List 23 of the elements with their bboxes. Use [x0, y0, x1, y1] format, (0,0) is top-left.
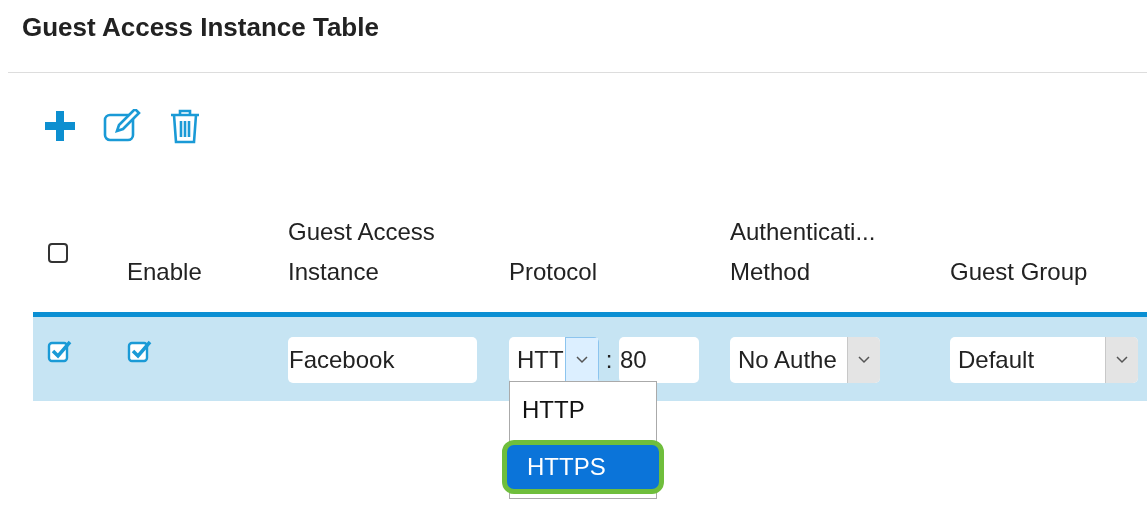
checkbox[interactable]: [47, 242, 69, 264]
dropdown-option[interactable]: HTTPS: [502, 440, 664, 494]
edit-icon[interactable]: [103, 109, 143, 143]
column-header: Protocol: [509, 257, 598, 287]
page-title: Guest Access Instance Table: [21, 11, 380, 44]
chevron-down-icon: [576, 356, 588, 364]
instance-field[interactable]: Facebook: [288, 337, 477, 383]
column-header: Authenticati... Method: [730, 217, 877, 287]
trash-icon[interactable]: [169, 108, 201, 144]
column-header: Guest Group: [950, 257, 1088, 287]
authentication-select[interactable]: No Authe: [730, 337, 880, 383]
protocol-select[interactable]: HTT: [509, 337, 599, 383]
guest-group-select[interactable]: Default: [950, 337, 1138, 383]
row-checkbox[interactable]: [47, 339, 73, 363]
port-field[interactable]: 80: [619, 337, 699, 383]
chevron-down-icon: [1116, 356, 1128, 364]
column-header: Guest Access Instance: [288, 217, 436, 287]
enable-checkbox[interactable]: [127, 339, 153, 363]
add-icon[interactable]: [43, 109, 77, 143]
chevron-down-icon: [858, 356, 870, 364]
dropdown-option[interactable]: HTTP: [510, 388, 656, 432]
port-separator: :: [604, 345, 614, 375]
column-header: Enable: [127, 257, 202, 287]
